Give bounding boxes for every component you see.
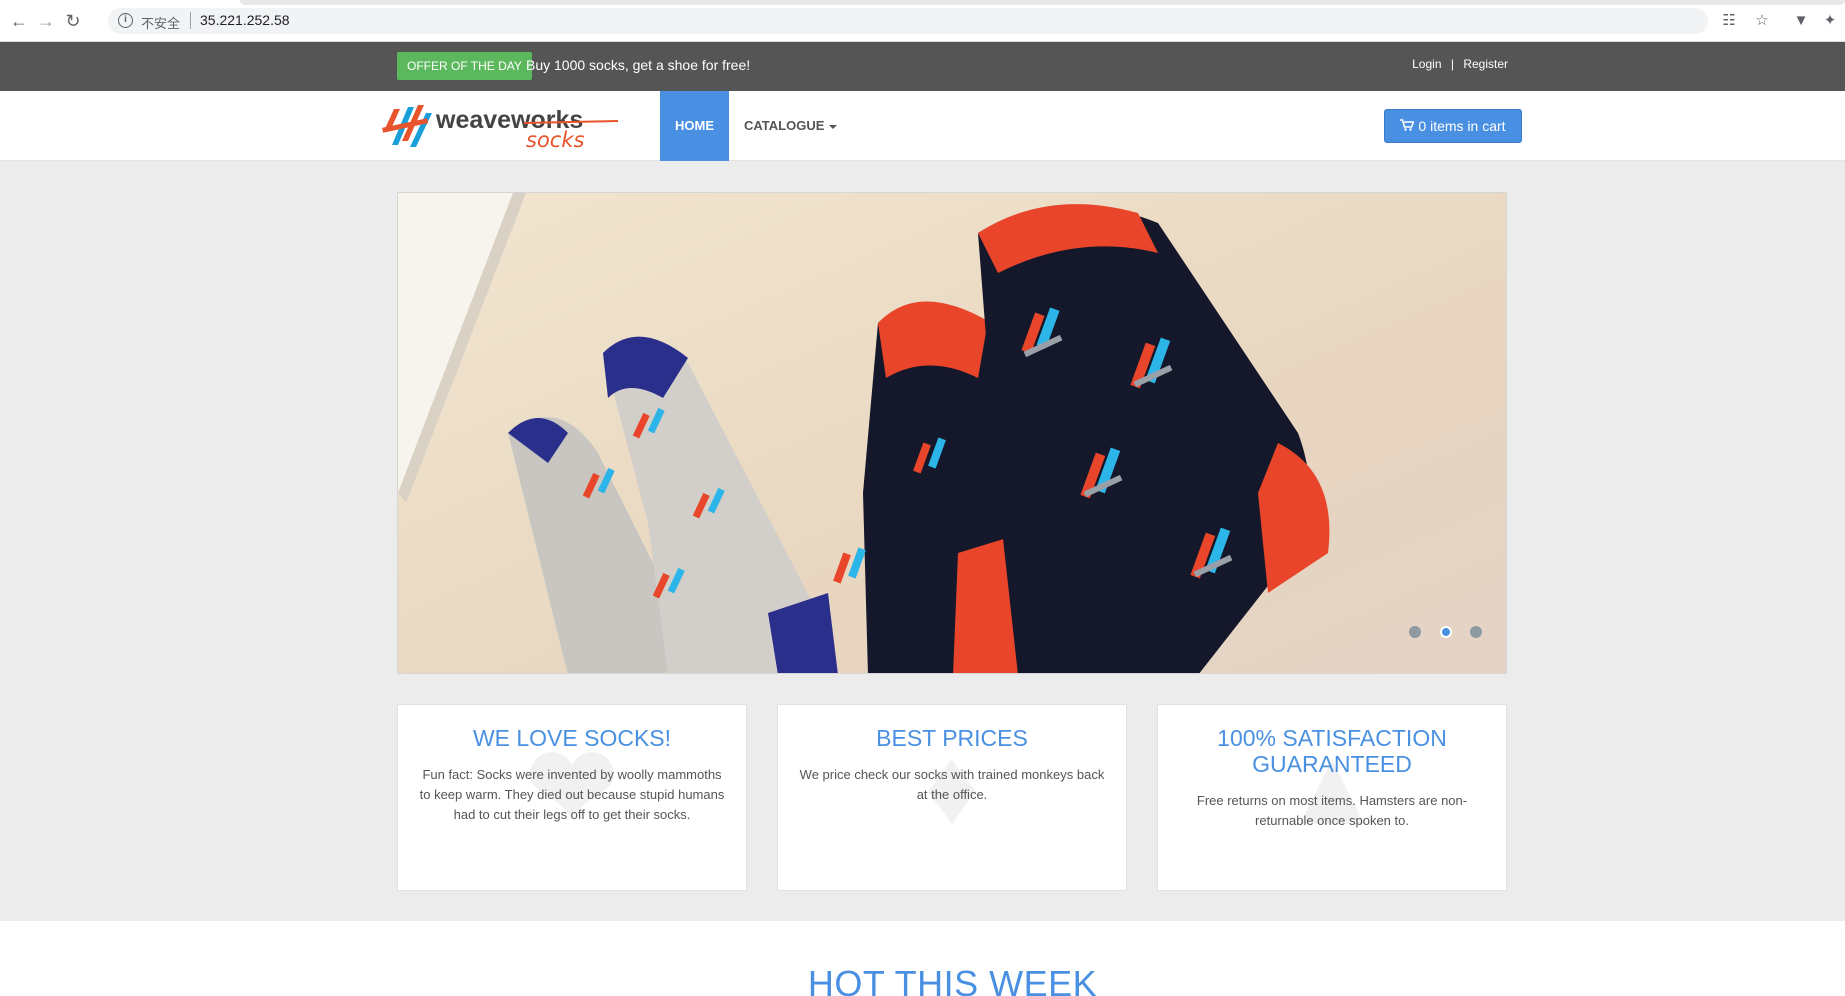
insecure-label: 不安全 <box>141 16 181 31</box>
feature-title: WE LOVE SOCKS! <box>472 725 672 751</box>
carousel-indicators <box>1395 625 1482 643</box>
offer-bar: OFFER OF THE DAY Buy 1000 socks, get a s… <box>0 42 1845 91</box>
socks-photo <box>398 193 1506 673</box>
extension-v-icon[interactable]: ▼ <box>1791 11 1811 31</box>
carousel-dot-active[interactable] <box>1439 626 1452 638</box>
reload-icon[interactable]: ↻ <box>62 10 84 32</box>
offer-text: Buy 1000 socks, get a shoe for free! <box>526 57 751 73</box>
nav-catalogue[interactable]: CATALOGUE <box>744 91 838 161</box>
nav-catalogue-label: CATALOGUE <box>744 118 825 133</box>
star-icon[interactable]: ☆ <box>1752 11 1772 31</box>
url-separator <box>190 12 191 29</box>
section-title: HOT THIS WEEK <box>807 963 1098 996</box>
info-icon[interactable]: i <box>118 13 133 28</box>
register-link[interactable]: Register <box>1463 57 1508 71</box>
feature-text: We price check our socks with trained mo… <box>799 767 1105 802</box>
puzzle-icon[interactable]: ✦ <box>1820 11 1840 31</box>
carousel-dot[interactable] <box>1409 626 1422 638</box>
offer-badge[interactable]: OFFER OF THE DAY <box>397 52 532 80</box>
feature-box-satisfaction: ▲ 100% SATISFACTION GUARANTEED Free retu… <box>1157 704 1507 891</box>
feature-text: Fun fact: Socks were invented by woolly … <box>419 767 725 822</box>
weaveworks-socks-logo[interactable]: weaveworks socks <box>380 101 620 153</box>
url-text[interactable]: 35.221.252.58 <box>200 12 290 28</box>
shopping-cart-icon <box>1400 110 1416 142</box>
svg-text:socks: socks <box>526 128 584 152</box>
forward-arrow-icon[interactable]: → <box>35 10 57 32</box>
logo-mark-icon <box>382 105 432 147</box>
main-navbar: weaveworks socks HOME CATALOGUE 0 items … <box>0 91 1845 161</box>
translate-icon[interactable]: ☷ <box>1719 11 1739 31</box>
browser-toolbar: ← → ↻ i 不安全 35.221.252.58 ☷ ☆ ▼ ✦ <box>0 0 1845 42</box>
back-arrow-icon[interactable]: ← <box>8 10 30 32</box>
auth-links: Login | Register <box>1412 57 1508 71</box>
feature-text: Free returns on most items. Hamsters are… <box>1196 793 1468 828</box>
cart-button[interactable]: 0 items in cart <box>1384 109 1522 143</box>
cart-label: 0 items in cart <box>1418 118 1506 134</box>
feature-box-best-prices: ♦ BEST PRICES We price check our socks w… <box>777 704 1127 891</box>
hero-carousel[interactable] <box>397 192 1507 674</box>
tab-strip <box>240 0 1845 5</box>
hot-this-week-section: HOT THIS WEEK <box>0 921 1845 996</box>
nav-home[interactable]: HOME <box>660 91 729 161</box>
carousel-dot[interactable] <box>1470 626 1482 638</box>
feature-box-love-socks: ❤ WE LOVE SOCKS! Fun fact: Socks were in… <box>397 704 747 891</box>
login-link[interactable]: Login <box>1412 57 1441 71</box>
feature-title: 100% SATISFACTION GUARANTEED <box>1217 725 1447 777</box>
feature-title: BEST PRICES <box>876 725 1028 751</box>
auth-separator: | <box>1450 57 1454 71</box>
caret-down-icon <box>829 124 838 129</box>
address-bar[interactable]: i 不安全 35.221.252.58 <box>108 8 1708 34</box>
